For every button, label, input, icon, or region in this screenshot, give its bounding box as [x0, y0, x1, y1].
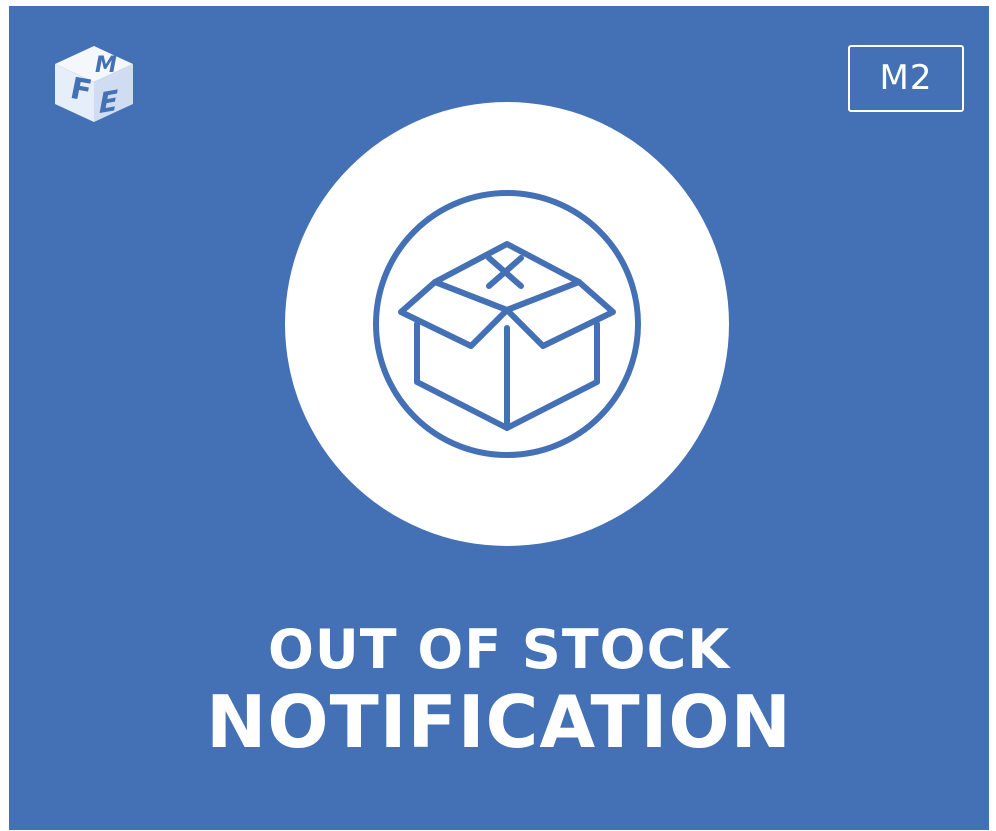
svg-text:M: M	[95, 53, 117, 78]
svg-text:F: F	[71, 71, 92, 109]
title-line-1: OUT OF STOCK	[267, 618, 731, 681]
m2-badge: M2	[848, 45, 964, 112]
fme-logo-icon: F M E	[49, 42, 139, 126]
svg-text:E: E	[99, 84, 118, 120]
banner: F M E M2 OUT OF STOCK NOTIFICATION	[9, 6, 989, 830]
title-line-2: NOTIFICATION	[206, 680, 792, 764]
open-box-with-x-icon	[371, 188, 643, 460]
